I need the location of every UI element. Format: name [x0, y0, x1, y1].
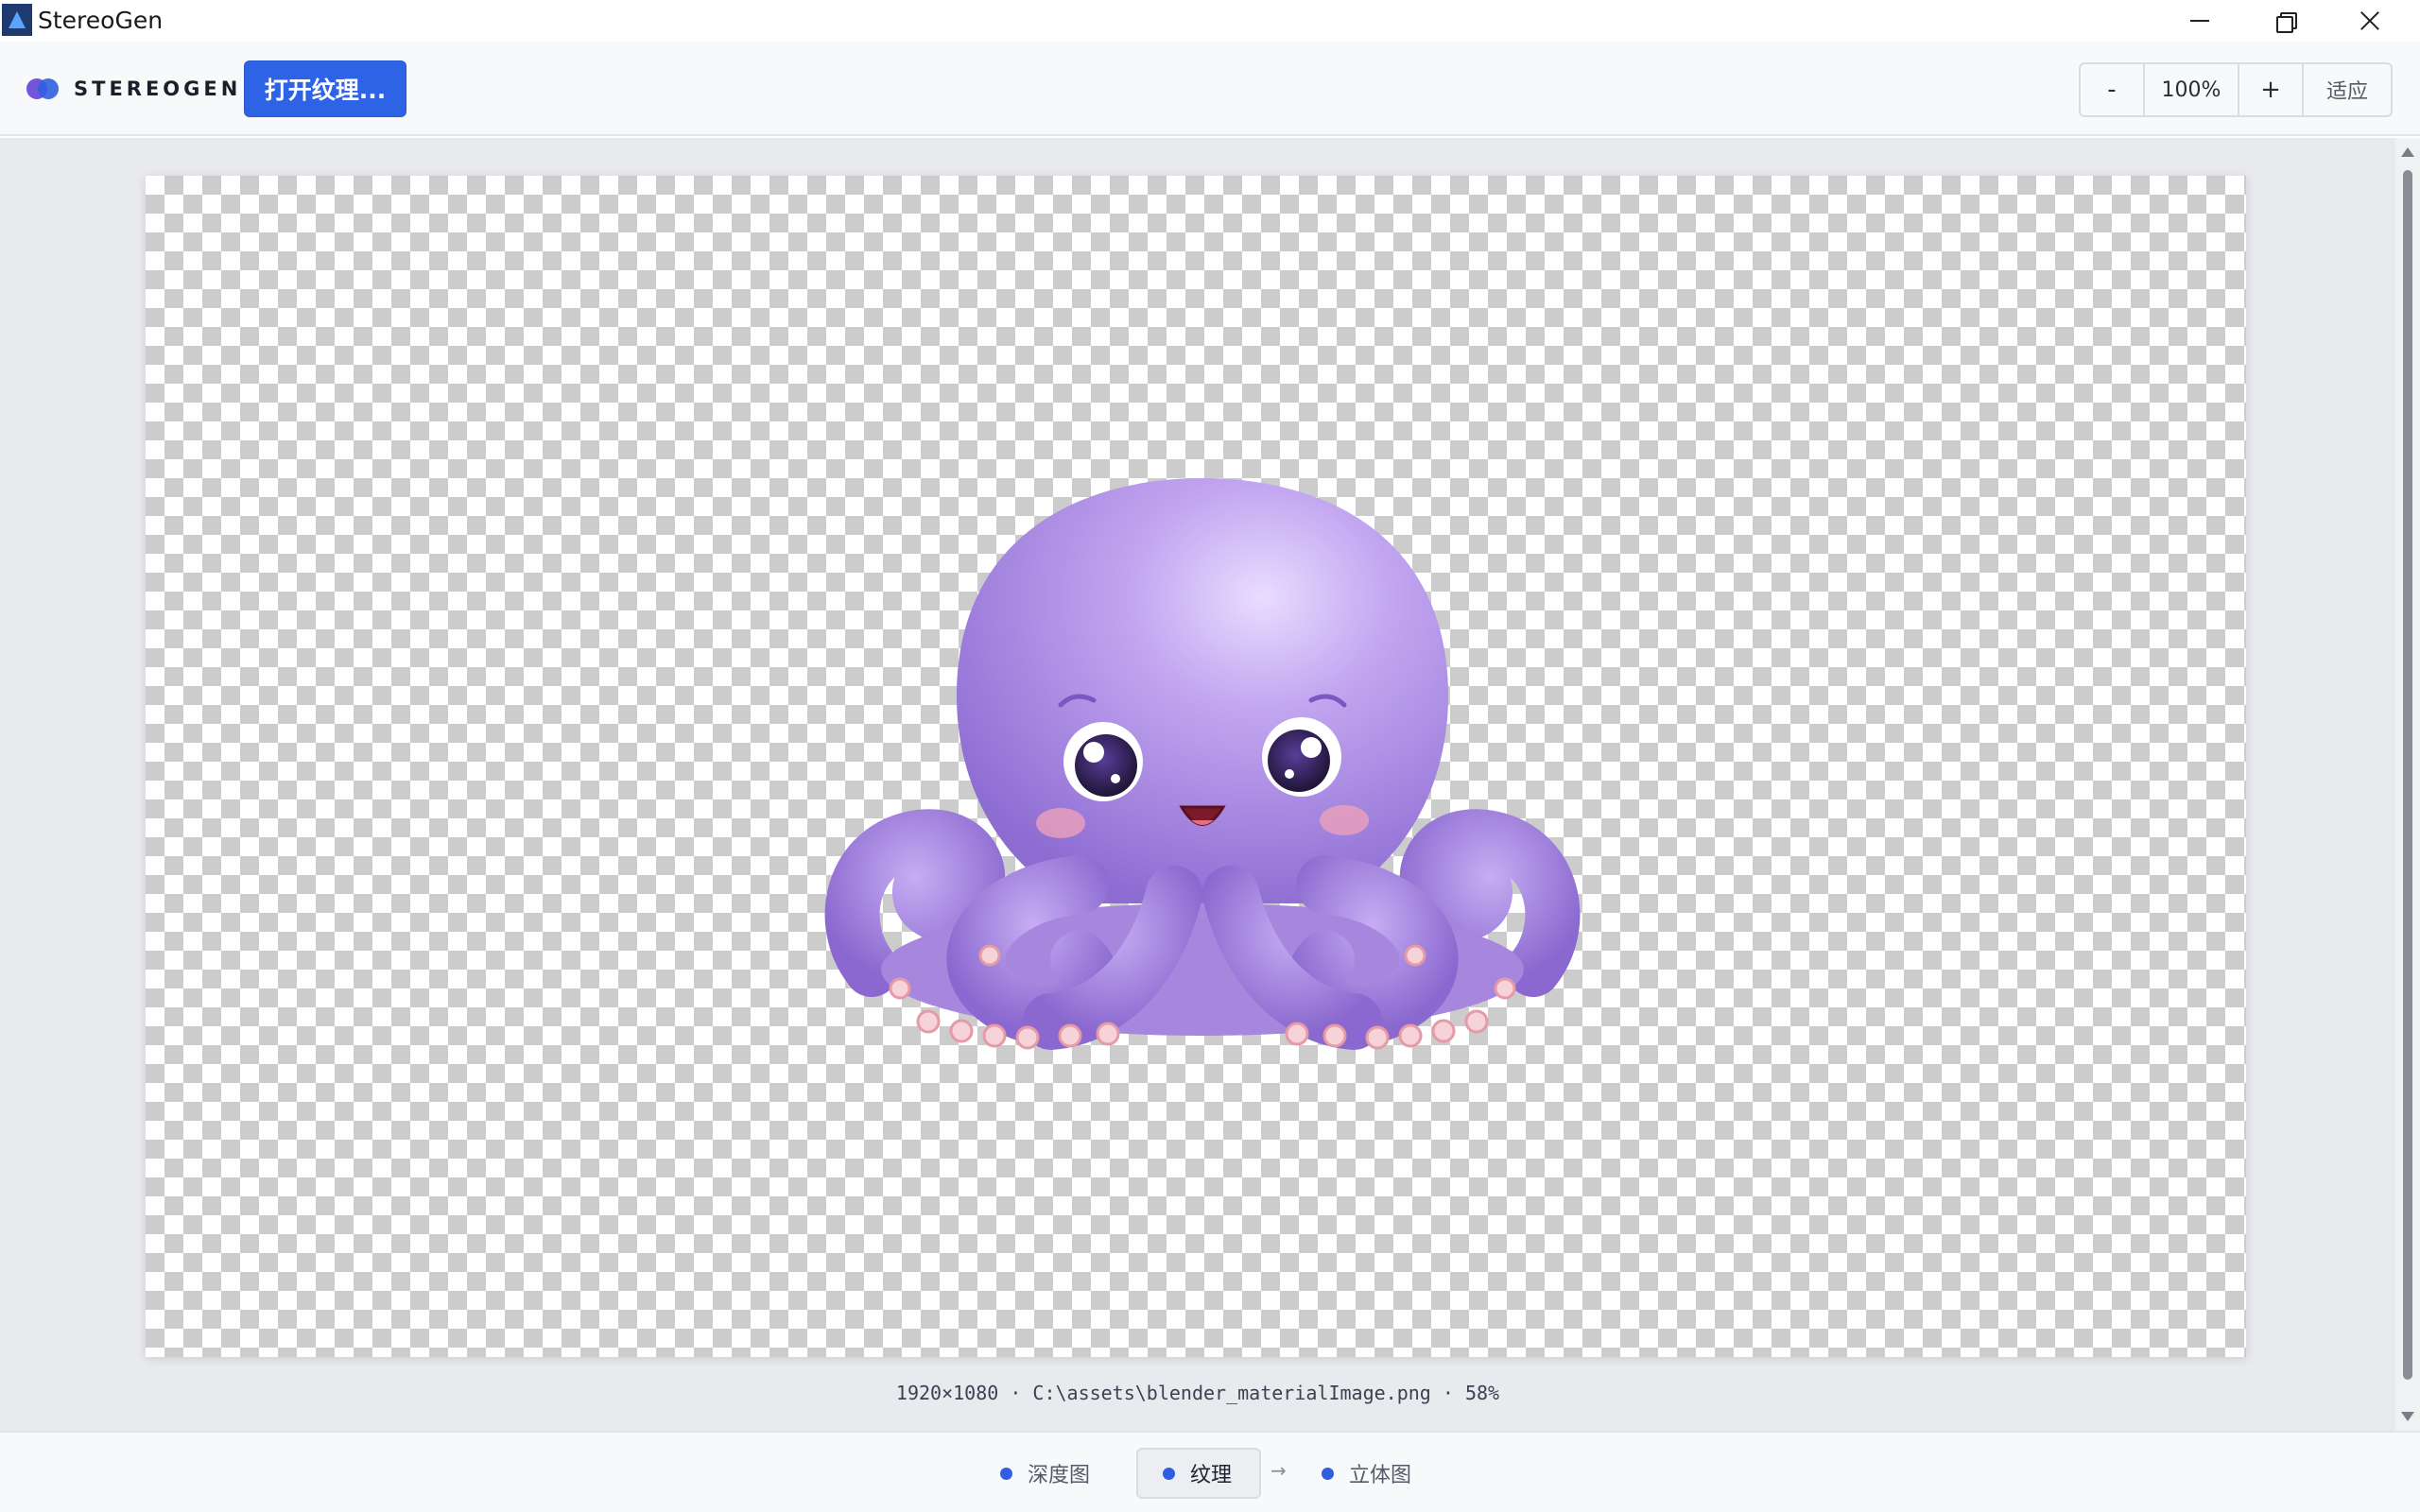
- toolbar: STEREOGEN 打开纹理... - 100% + 适应: [0, 42, 2420, 136]
- step-bar: 深度图 纹理 → 立体图: [0, 1431, 2420, 1512]
- step-label: 立体图: [1349, 1464, 1412, 1487]
- close-icon: [2360, 10, 2380, 31]
- zoom-out-button[interactable]: -: [2081, 64, 2145, 115]
- minimize-button[interactable]: [2157, 0, 2242, 42]
- octopus-image: [824, 478, 1581, 1050]
- minimize-icon: [2190, 20, 2209, 22]
- step-texture[interactable]: 纹理: [1136, 1448, 1261, 1499]
- brand: STEREOGEN: [26, 76, 241, 102]
- brand-name: STEREOGEN: [74, 77, 242, 100]
- restore-icon: [2276, 12, 2297, 33]
- zoom-controls: - 100% + 适应: [2079, 62, 2393, 117]
- open-texture-button[interactable]: 打开纹理...: [244, 60, 406, 117]
- scroll-down-icon[interactable]: [2401, 1412, 2414, 1421]
- step-label: 深度图: [1028, 1464, 1091, 1487]
- image-info: 1920×1080 · C:\assets\blender_materialIm…: [895, 1382, 1500, 1404]
- step-dot-icon: [1163, 1467, 1175, 1480]
- stereogen-logo-icon: [26, 78, 59, 99]
- arrow-right-icon: →: [1270, 1459, 1287, 1482]
- scroll-up-icon[interactable]: [2401, 147, 2414, 157]
- close-button[interactable]: [2327, 0, 2412, 42]
- app-icon: [2, 4, 32, 36]
- step-label: 纹理: [1190, 1464, 1233, 1487]
- zoom-in-button[interactable]: +: [2239, 64, 2304, 115]
- step-stereogram[interactable]: 立体图: [1322, 1448, 1411, 1499]
- zoom-level: 100%: [2145, 64, 2239, 115]
- window-title: StereoGen: [38, 7, 164, 34]
- texture-preview: [146, 176, 2246, 1357]
- step-depth-map[interactable]: 深度图: [1000, 1448, 1090, 1499]
- step-dot-icon: [1000, 1467, 1012, 1480]
- canvas-workspace[interactable]: 1920×1080 · C:\assets\blender_materialIm…: [0, 138, 2395, 1431]
- vertical-scrollbar[interactable]: [2395, 138, 2420, 1431]
- scroll-thumb[interactable]: [2403, 170, 2412, 1380]
- title-bar: StereoGen: [0, 0, 2420, 42]
- step-dot-icon: [1322, 1467, 1334, 1480]
- restore-button[interactable]: [2242, 0, 2327, 42]
- fit-button[interactable]: 适应: [2304, 64, 2391, 115]
